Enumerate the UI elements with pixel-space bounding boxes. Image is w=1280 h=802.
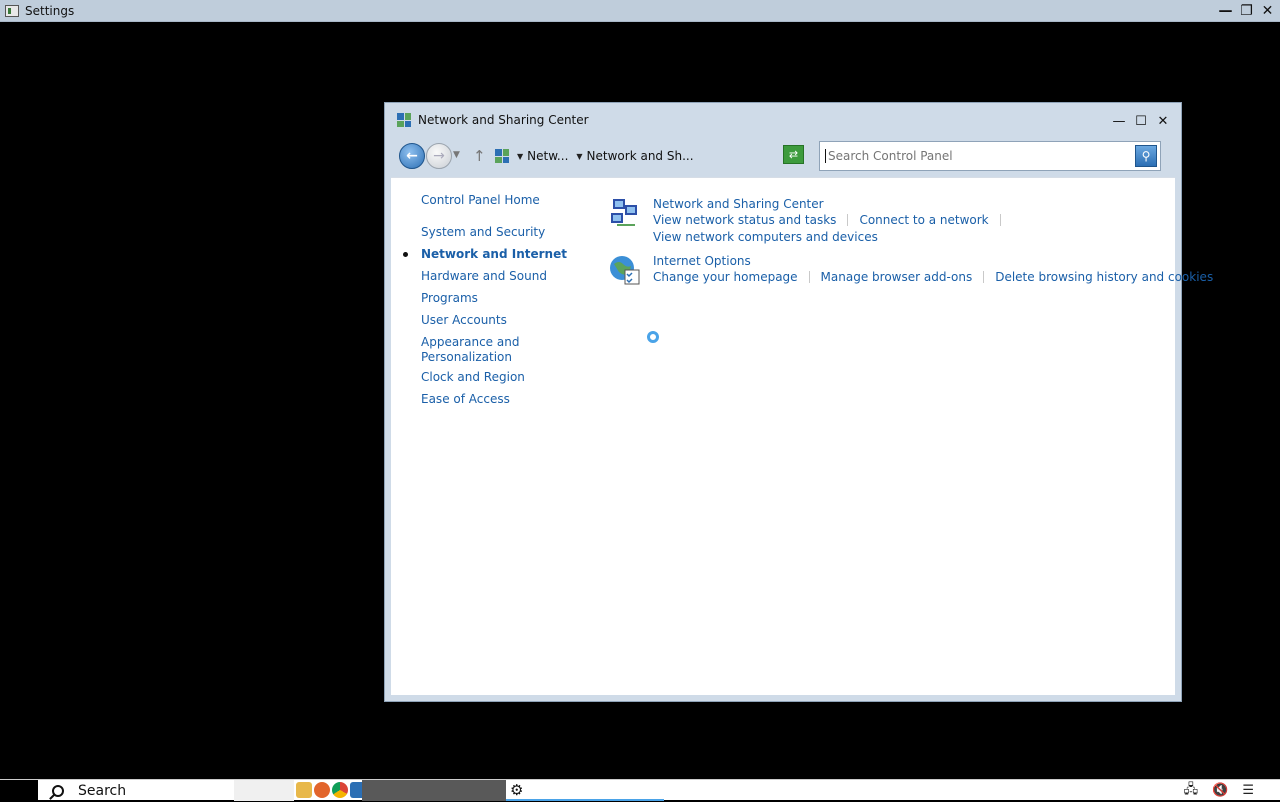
taskbar-settings-app[interactable]: ⚙ (506, 780, 664, 801)
back-button[interactable]: ← (399, 143, 425, 169)
volume-muted-icon[interactable]: 🔇 (1212, 783, 1228, 798)
view-network-status-link[interactable]: View network status and tasks (653, 213, 836, 227)
breadcrumb-network-sharing[interactable]: Network and Sh... (587, 149, 694, 163)
window-title: Network and Sharing Center (418, 113, 589, 127)
sidebar-item-clock-region[interactable]: Clock and Region (421, 370, 525, 385)
link-divider (847, 214, 849, 226)
firefox-icon[interactable] (314, 782, 330, 798)
taskbar: Search ⚙ 🖧 🔇 ☰ (0, 779, 1280, 801)
sidebar-item-personalization[interactable]: Personalization (421, 350, 512, 365)
internet-options-link[interactable]: Internet Options (653, 254, 751, 268)
settings-title: Settings (25, 3, 75, 18)
window-titlebar: Network and Sharing Center — ☐ ✕ (385, 103, 1181, 137)
taskbar-search-label: Search (78, 782, 127, 799)
search-icon[interactable]: ⚲ (1135, 145, 1157, 167)
minimize-button[interactable]: — (1215, 1, 1236, 21)
chrome-icon[interactable] (332, 782, 348, 798)
sidebar-item-hardware-sound[interactable]: Hardware and Sound (421, 269, 547, 284)
network-tray-icon[interactable]: 🖧 (1184, 780, 1199, 802)
search-icon (52, 784, 64, 797)
sidebar-item-control-panel-home[interactable]: Control Panel Home (421, 193, 540, 208)
content-area: Control Panel Home System and Security N… (391, 177, 1213, 695)
network-sharing-center-link[interactable]: Network and Sharing Center (653, 197, 824, 211)
settings-app-icon (5, 4, 19, 17)
sidebar-item-network-internet[interactable]: Network and Internet (421, 247, 567, 262)
sidebar-item-appearance[interactable]: Appearance and (421, 335, 519, 350)
address-bar[interactable]: ▼ Netw... ▼ Network and Sh... ▼ (491, 141, 851, 171)
recent-pages-dropdown[interactable]: ▼ (453, 150, 460, 160)
breadcrumb-network[interactable]: Netw... (527, 149, 568, 163)
action-center-icon[interactable]: ☰ (1242, 783, 1254, 798)
active-bullet (403, 252, 408, 257)
window-close-button[interactable]: ✕ (1153, 112, 1173, 130)
close-button[interactable]: ✕ (1257, 1, 1278, 21)
gear-icon: ⚙ (510, 781, 524, 799)
sidebar-item-system-security[interactable]: System and Security (421, 225, 545, 240)
control-panel-icon (397, 113, 411, 127)
system-tray: 🖧 🔇 ☰ (1184, 780, 1280, 801)
sidebar-item-programs[interactable]: Programs (421, 291, 478, 306)
taskbar-running-app[interactable] (362, 780, 506, 801)
start-button[interactable] (0, 780, 38, 801)
taskbar-spacer (234, 780, 294, 801)
busy-indicator-icon (647, 331, 659, 343)
link-divider (983, 271, 985, 283)
chevron-down-icon[interactable]: ▼ (517, 152, 523, 161)
search-control-panel-input[interactable]: ⚲ (819, 141, 1161, 171)
internet-options-icon (610, 256, 640, 285)
connect-to-network-link[interactable]: Connect to a network (859, 213, 988, 227)
window-minimize-button[interactable]: — (1109, 112, 1129, 130)
delete-browsing-history-link[interactable]: Delete browsing history and cookies (995, 270, 1213, 284)
sidebar-item-user-accounts[interactable]: User Accounts (421, 313, 507, 328)
forward-button[interactable]: → (426, 143, 452, 169)
window-maximize-button[interactable]: ☐ (1131, 112, 1151, 130)
search-input[interactable] (826, 149, 1126, 163)
up-arrow-icon[interactable]: ↑ (473, 147, 486, 165)
manage-addons-link[interactable]: Manage browser add-ons (821, 270, 973, 284)
settings-titlebar: Settings — ❐ ✕ (0, 0, 1280, 22)
restore-button[interactable]: ❐ (1236, 1, 1257, 21)
change-homepage-link[interactable]: Change your homepage (653, 270, 798, 284)
sidebar-item-ease-of-access[interactable]: Ease of Access (421, 392, 510, 407)
refresh-button[interactable]: ⇄ (783, 145, 804, 164)
file-explorer-icon[interactable] (296, 782, 312, 798)
navigation-bar: ← → ▼ ↑ ▼ Netw... ▼ Network and Sh... ▼ … (393, 137, 1175, 177)
link-divider (808, 271, 810, 283)
network-icon (611, 199, 637, 226)
link-divider (999, 214, 1001, 226)
view-network-computers-link[interactable]: View network computers and devices (653, 230, 878, 244)
control-panel-window: Network and Sharing Center — ☐ ✕ ← → ▼ ↑… (384, 102, 1213, 702)
control-panel-icon (495, 149, 509, 163)
taskbar-search[interactable]: Search (42, 780, 232, 801)
chevron-down-icon[interactable]: ▼ (576, 152, 582, 161)
